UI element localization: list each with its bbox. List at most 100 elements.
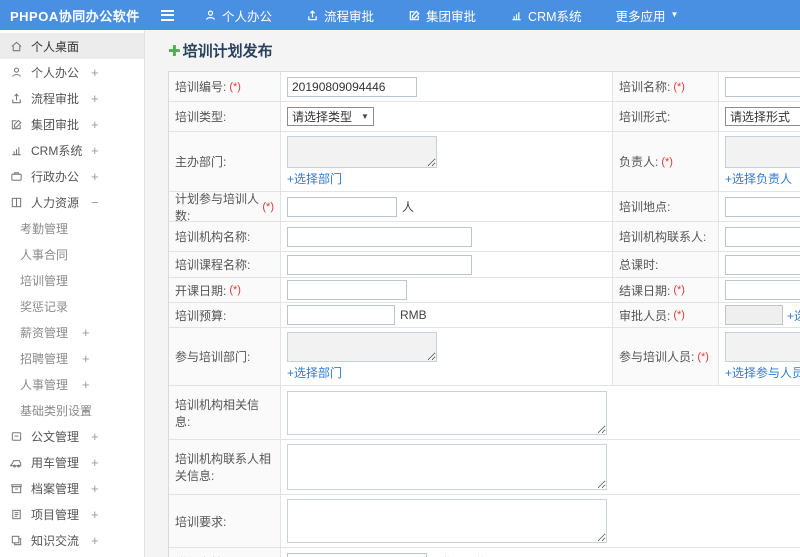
- app-window: PHPOA协同办公软件 个人办公 流程审批 集团审批 CRM系统 更多应用 ▼: [0, 0, 800, 557]
- edit-square-icon: [11, 119, 22, 129]
- org-name-input[interactable]: [287, 226, 472, 247]
- page-title: 培训计划发布: [182, 43, 273, 60]
- label-attachment: 附件文档:: [169, 548, 281, 557]
- sidebar-item-reward-record[interactable]: 奖惩记录: [0, 293, 144, 319]
- total-hours-input[interactable]: [725, 254, 800, 275]
- label-start-date: 开课日期: (*): [169, 278, 281, 302]
- sidebar-item-group-approval[interactable]: 集团审批 +: [0, 111, 144, 137]
- sidebar-item-document-mgmt[interactable]: 公文管理 +: [0, 423, 144, 449]
- label-approver: 审批人员: (*): [613, 303, 719, 327]
- label-host-department: 主办部门:: [169, 132, 281, 191]
- location-input[interactable]: [725, 196, 800, 217]
- document-icon: [11, 431, 22, 441]
- training-mode-select[interactable]: 请选择形式▼: [725, 107, 800, 126]
- label-total-hours: 总课时:: [613, 252, 719, 277]
- briefcase-icon: [11, 171, 22, 181]
- bar-chart-icon: [512, 11, 521, 20]
- sidebar-item-hr-contract[interactable]: 人事合同: [0, 241, 144, 267]
- approver-input[interactable]: [725, 305, 783, 325]
- sidebar-item-project-mgmt[interactable]: 项目管理 +: [0, 501, 144, 527]
- planned-count-input[interactable]: [287, 196, 397, 217]
- course-name-input[interactable]: [287, 254, 472, 275]
- top-navigation: 个人办公 流程审批 集团审批 CRM系统 更多应用 ▼: [204, 6, 678, 25]
- org-info-textarea[interactable]: [287, 390, 607, 435]
- nav-workflow-approval[interactable]: 流程审批: [306, 6, 374, 25]
- training-type-select[interactable]: 请选择类型 ▼: [287, 107, 374, 126]
- end-date-input[interactable]: [725, 280, 800, 300]
- page-title-bar: ✚ 培训计划发布: [168, 40, 800, 61]
- label-training-type: 培训类型:: [169, 102, 281, 131]
- org-contact-info-textarea[interactable]: [287, 444, 607, 490]
- label-join-department: 参与培训部门:: [169, 328, 281, 385]
- budget-input[interactable]: [287, 305, 395, 325]
- sidebar-item-knowledge-exchange[interactable]: 知识交流 +: [0, 527, 144, 553]
- label-requirement: 培训要求:: [169, 495, 281, 547]
- home-icon: [11, 41, 22, 51]
- join-people-textarea[interactable]: [725, 332, 800, 362]
- main-content: ✚ 培训计划发布 培训编号:(*) 培训名称:(*) 培训类型: 请选择类型▼: [145, 30, 800, 557]
- caret-down-icon: ▼: [361, 112, 369, 121]
- archive-icon: [11, 483, 22, 493]
- edit-square-icon: [409, 9, 420, 20]
- book-icon: [11, 197, 22, 207]
- sidebar-item-personal-office[interactable]: 个人办公 +: [0, 59, 144, 85]
- user-icon: [12, 67, 21, 77]
- sidebar-item-personal-desktop[interactable]: 个人桌面: [0, 33, 144, 59]
- label-leader: 负责人: (*): [613, 132, 719, 191]
- sidebar-item-base-category[interactable]: 基础类别设置 +: [0, 397, 144, 423]
- select-leader-link[interactable]: +选择负责人: [725, 170, 792, 187]
- nav-group-approval[interactable]: 集团审批: [408, 6, 476, 25]
- training-name-input[interactable]: [725, 76, 800, 97]
- flow-upload-icon: [308, 9, 317, 20]
- sidebar: 个人桌面 个人办公+ 流程审批+ 集团审批+ CRM系统+ 行政办公+: [0, 30, 145, 557]
- label-org-info: 培训机构相关信息:: [169, 386, 281, 439]
- sidebar-item-recruit-mgmt[interactable]: 招聘管理 +: [0, 345, 144, 371]
- sidebar-item-attendance-mgmt[interactable]: 考勤管理: [0, 215, 144, 241]
- label-org-contact-info: 培训机构联系人相关信息:: [169, 440, 281, 494]
- sidebar-item-crm-system[interactable]: CRM系统 +: [0, 137, 144, 163]
- nav-crm-system[interactable]: CRM系统: [510, 6, 582, 25]
- sidebar-item-admin-office[interactable]: 行政办公 +: [0, 163, 144, 189]
- label-course-name: 培训课程名称:: [169, 252, 281, 277]
- label-org-contact: 培训机构联系人:: [613, 222, 719, 251]
- chat-icon: [11, 535, 22, 545]
- flow-upload-icon: [12, 92, 21, 103]
- app-logo: PHPOA协同办公软件: [10, 8, 140, 24]
- app-header: PHPOA协同办公软件 个人办公 流程审批 集团审批 CRM系统 更多应用 ▼: [0, 0, 800, 30]
- select-join-people-link[interactable]: +选择参与人员: [725, 364, 800, 381]
- caret-down-icon: ▼: [670, 10, 679, 19]
- attachment-input[interactable]: [287, 552, 427, 557]
- hamburger-menu-icon[interactable]: [161, 9, 174, 21]
- nav-more-apps[interactable]: 更多应用 ▼: [616, 6, 679, 25]
- label-training-number: 培训编号: (*): [169, 72, 281, 101]
- nav-personal-office[interactable]: 个人办公: [204, 6, 272, 25]
- label-org-name: 培训机构名称:: [169, 222, 281, 251]
- sidebar-item-workflow-approval[interactable]: 流程审批 +: [0, 85, 144, 111]
- sidebar-item-training-mgmt[interactable]: 培训管理: [0, 267, 144, 293]
- label-planned-count: 计划参与培训人数: (*): [169, 192, 281, 223]
- sidebar-item-salary-mgmt[interactable]: 薪资管理 +: [0, 319, 144, 345]
- requirement-textarea[interactable]: [287, 499, 607, 543]
- select-join-department-link[interactable]: +选择部门: [287, 364, 342, 381]
- join-department-textarea[interactable]: [287, 332, 437, 362]
- org-contact-input[interactable]: [725, 226, 800, 247]
- car-icon: [10, 459, 22, 467]
- clipboard-icon: [12, 509, 21, 519]
- leader-textarea[interactable]: [725, 136, 800, 168]
- user-icon: [205, 10, 216, 20]
- sidebar-item-human-resources[interactable]: 人力资源 −: [0, 189, 144, 215]
- training-number-input[interactable]: [287, 76, 417, 97]
- sidebar-item-archive-mgmt[interactable]: 档案管理 +: [0, 475, 144, 501]
- select-approver-link[interactable]: +选择审批人员: [787, 307, 800, 324]
- label-location: 培训地点:: [613, 192, 719, 221]
- label-budget: 培训预算:: [169, 303, 281, 327]
- sidebar-item-personnel-mgmt[interactable]: 人事管理 +: [0, 371, 144, 397]
- label-join-people: 参与培训人员: (*): [613, 328, 719, 385]
- sidebar-item-vehicle-mgmt[interactable]: 用车管理 +: [0, 449, 144, 475]
- label-end-date: 结课日期: (*): [613, 278, 719, 302]
- bar-chart-icon: [12, 146, 21, 155]
- host-department-textarea[interactable]: [287, 136, 437, 168]
- start-date-input[interactable]: [287, 280, 407, 300]
- select-department-link[interactable]: +选择部门: [287, 170, 342, 187]
- label-training-name: 培训名称: (*): [613, 72, 719, 101]
